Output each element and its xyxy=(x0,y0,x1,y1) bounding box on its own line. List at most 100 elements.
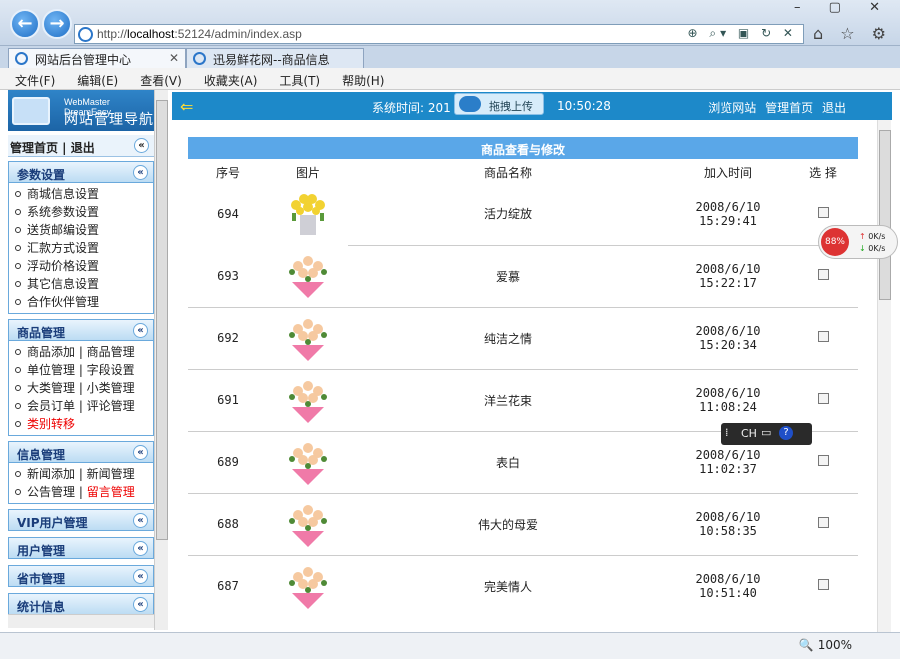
link-browse-site[interactable]: 浏览网站 xyxy=(708,101,756,115)
section-header[interactable]: VIP用户管理 « xyxy=(8,509,154,531)
back-icon[interactable]: ← xyxy=(10,9,40,39)
home-links[interactable]: 管理首页 | 退出 xyxy=(10,141,95,155)
section-header[interactable]: 统计信息 « xyxy=(8,593,154,615)
cell-image[interactable] xyxy=(268,555,348,617)
select-checkbox[interactable] xyxy=(817,393,829,404)
window-controls[interactable]: – ▢ ✕ xyxy=(794,0,892,15)
section-header[interactable]: 用户管理 « xyxy=(8,537,154,559)
cell-select[interactable] xyxy=(788,307,858,370)
section-header[interactable]: 信息管理 « xyxy=(8,441,154,463)
list-item[interactable]: 类别转移 xyxy=(9,415,153,433)
cell-image[interactable] xyxy=(268,493,348,556)
left-vscrollbar[interactable] xyxy=(154,90,168,630)
cell-name[interactable]: 纯洁之情 xyxy=(348,307,668,370)
list-item[interactable]: 合作伙伴管理 xyxy=(9,293,153,311)
bullet-icon xyxy=(15,191,21,197)
select-checkbox[interactable] xyxy=(817,517,829,528)
scroll-thumb[interactable] xyxy=(156,100,168,540)
list-item[interactable]: 商城信息设置 xyxy=(9,185,153,203)
collapse-icon[interactable]: « xyxy=(133,165,148,180)
address-tools-icon[interactable]: ⊕ ⌕▾ ▣ ↻ ✕ xyxy=(687,26,797,41)
collapse-icon[interactable]: « xyxy=(133,513,148,528)
list-item[interactable]: 公告管理 | 留言管理 xyxy=(9,483,153,501)
address-bar[interactable]: http://localhost:52124/admin/index.asp ⊕… xyxy=(74,24,804,44)
yellow-tulip-bouquet-image[interactable] xyxy=(282,193,334,242)
left-hscrollbar[interactable] xyxy=(8,614,154,628)
list-item[interactable]: 系统参数设置 xyxy=(9,203,153,221)
menu-tools[interactable]: 工具(T) xyxy=(264,68,327,89)
menu-file[interactable]: 文件(F) xyxy=(0,68,62,89)
collapse-icon[interactable]: « xyxy=(134,138,149,153)
section-header[interactable]: 参数设置 « xyxy=(8,161,154,183)
cell-id: 693 xyxy=(188,245,268,308)
close-icon[interactable]: ✕ xyxy=(169,51,179,65)
link-exit[interactable]: 退出 xyxy=(822,101,846,115)
cell-image[interactable] xyxy=(268,183,348,245)
help-icon[interactable]: ? xyxy=(779,426,793,440)
select-checkbox[interactable] xyxy=(817,206,829,218)
menu-edit[interactable]: 编辑(E) xyxy=(62,68,125,89)
pink-rose-bouquet-image[interactable] xyxy=(282,380,334,428)
cell-name[interactable]: 洋兰花束 xyxy=(348,369,668,432)
cell-name[interactable]: 表白 xyxy=(348,431,668,494)
collapse-icon[interactable]: « xyxy=(133,569,148,584)
upload-speed: ↑ 0K/s xyxy=(859,232,886,241)
back-arrow-icon[interactable]: ⇐ xyxy=(180,97,193,116)
scroll-thumb[interactable] xyxy=(879,130,891,300)
pink-rose-bouquet-image[interactable] xyxy=(282,256,334,303)
list-item[interactable]: 会员订单 | 评论管理 xyxy=(9,397,153,415)
section-header[interactable]: 省市管理 « xyxy=(8,565,154,587)
cell-name[interactable]: 活力绽放 xyxy=(348,183,668,246)
collapse-icon[interactable]: « xyxy=(133,541,148,556)
drag-upload-button[interactable]: 拖拽上传 xyxy=(454,93,544,115)
link-admin-home[interactable]: 管理首页 xyxy=(765,101,813,115)
list-item[interactable]: 其它信息设置 xyxy=(9,275,153,293)
main-vscrollbar[interactable] xyxy=(877,120,891,632)
pink-rose-bouquet-image[interactable] xyxy=(282,442,334,490)
list-item[interactable]: 大类管理 | 小类管理 xyxy=(9,379,153,397)
tab-admin[interactable]: 网站后台管理中心 ✕ xyxy=(8,48,186,68)
select-checkbox[interactable] xyxy=(817,579,829,591)
select-checkbox[interactable] xyxy=(817,455,829,466)
cell-image[interactable] xyxy=(268,245,348,308)
menu-favorites[interactable]: 收藏夹(A) xyxy=(189,68,265,89)
cell-select[interactable] xyxy=(788,369,858,432)
menu-help[interactable]: 帮助(H) xyxy=(327,68,391,89)
home-exit-bar[interactable]: 管理首页 | 退出 « xyxy=(8,135,154,157)
cell-name[interactable]: 爱慕 xyxy=(348,245,668,308)
grip-icon: ⁞ xyxy=(725,426,729,439)
list-item[interactable]: 单位管理 | 字段设置 xyxy=(9,361,153,379)
cell-select[interactable] xyxy=(788,555,858,617)
home-star-gear-icons[interactable]: ⌂ ☆ ⚙ xyxy=(813,24,892,43)
list-item[interactable]: 送货邮编设置 xyxy=(9,221,153,239)
collapse-icon[interactable]: « xyxy=(133,445,148,460)
forward-icon[interactable]: → xyxy=(42,9,72,39)
list-item[interactable]: 浮动价格设置 xyxy=(9,257,153,275)
pink-rose-bouquet-image[interactable] xyxy=(282,318,334,366)
cell-image[interactable] xyxy=(268,369,348,432)
select-checkbox[interactable] xyxy=(817,269,829,280)
list-item[interactable]: 汇款方式设置 xyxy=(9,239,153,257)
zoom-level[interactable]: 🔍 100% xyxy=(799,638,852,652)
cell-image[interactable] xyxy=(268,307,348,370)
cell-name[interactable]: 完美情人 xyxy=(348,555,668,617)
section-header[interactable]: 商品管理 « xyxy=(8,319,154,341)
section-title: 省市管理 xyxy=(17,572,66,586)
ime-toolbar[interactable]: ⁞ CH ▭ ? xyxy=(721,423,812,445)
list-item[interactable]: 新闻添加 | 新闻管理 xyxy=(9,465,153,483)
list-item[interactable]: 商品添加 | 商品管理 xyxy=(9,343,153,361)
section-body: 商城信息设置 系统参数设置 送货邮编设置 汇款方式设置 浮动价格设置 其它信息设… xyxy=(8,183,154,314)
collapse-icon[interactable]: « xyxy=(133,597,148,612)
pink-rose-bouquet-image[interactable] xyxy=(282,566,334,614)
cell-name[interactable]: 伟大的母爱 xyxy=(348,493,668,556)
menu-view[interactable]: 查看(V) xyxy=(125,68,189,89)
pink-rose-bouquet-image[interactable] xyxy=(282,504,334,552)
section-title: VIP用户管理 xyxy=(17,516,88,530)
tab-shop[interactable]: 迅易鲜花网--商品信息 xyxy=(186,48,364,68)
collapse-icon[interactable]: « xyxy=(133,323,148,338)
cell-select[interactable] xyxy=(788,493,858,556)
keyboard-icon: ▭ xyxy=(761,426,772,439)
network-speed-widget[interactable]: 88% ↑ 0K/s ↓ 0K/s xyxy=(818,225,898,259)
cell-image[interactable] xyxy=(268,431,348,494)
select-checkbox[interactable] xyxy=(817,331,829,342)
